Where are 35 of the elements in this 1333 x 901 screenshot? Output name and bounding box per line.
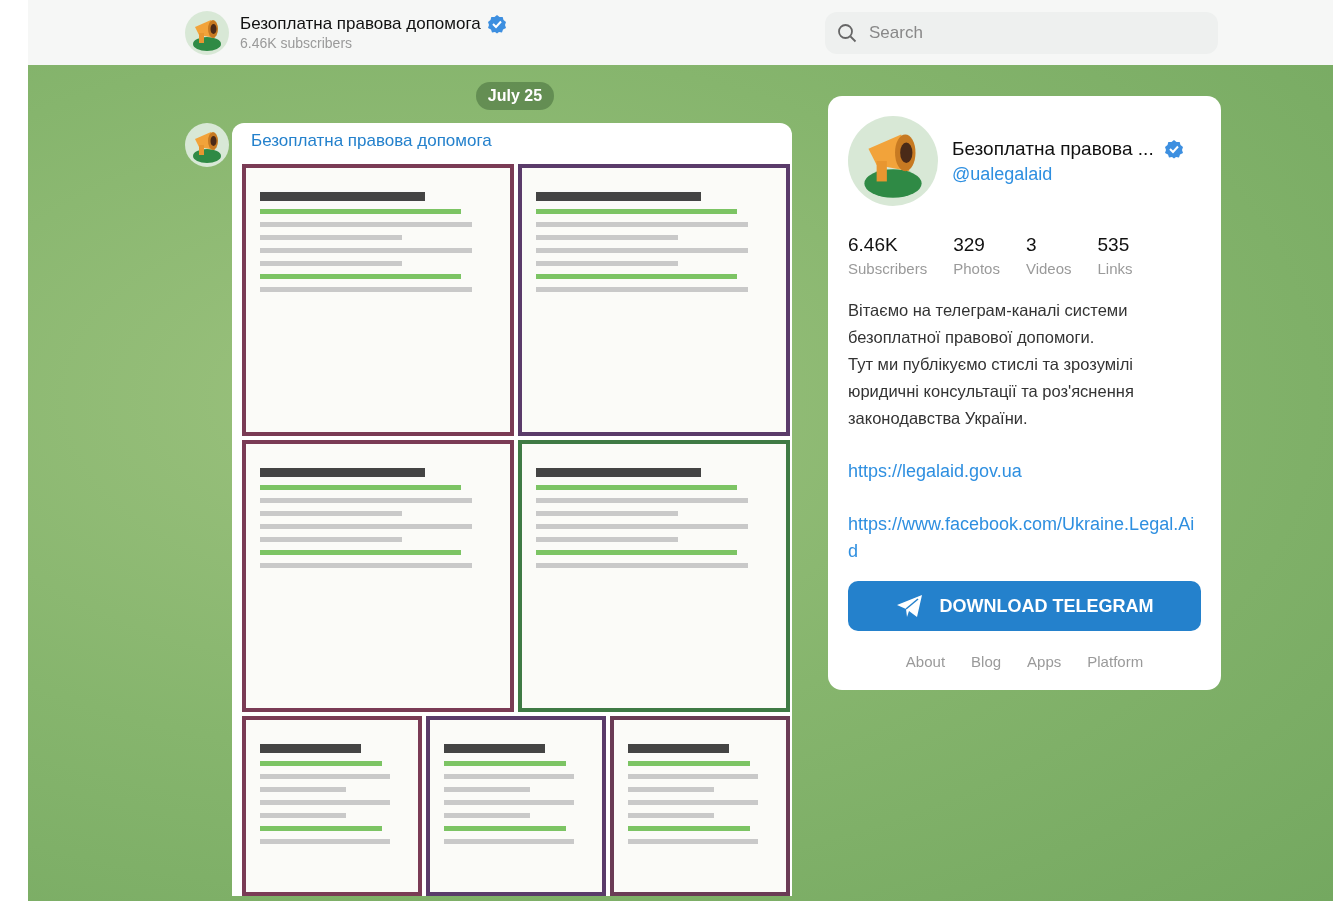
paper-plane-icon bbox=[895, 594, 924, 618]
photo-placeholder[interactable] bbox=[426, 716, 606, 896]
photo-placeholder[interactable] bbox=[610, 716, 790, 896]
footer-link[interactable]: Apps bbox=[1027, 653, 1062, 670]
channel-name: Безоплатна правова допомога bbox=[240, 14, 481, 34]
photo-placeholder[interactable] bbox=[242, 716, 422, 896]
channel-avatar bbox=[185, 10, 229, 55]
stat-value: 3 bbox=[1025, 234, 1038, 256]
channel-name: Безоплатна правова ... bbox=[952, 137, 1154, 160]
stat-label: Photos bbox=[953, 260, 1000, 277]
stat-label: Videos bbox=[1025, 260, 1072, 277]
channel-link[interactable]: https://legalaid.gov.ua bbox=[848, 458, 1201, 485]
photo-placeholder[interactable] bbox=[518, 440, 790, 712]
search-icon bbox=[837, 22, 857, 43]
photo-placeholder[interactable] bbox=[518, 164, 790, 436]
post-avatar bbox=[185, 123, 229, 167]
search-field[interactable]: Search bbox=[825, 11, 1218, 54]
footer-link[interactable]: Blog bbox=[971, 653, 1002, 670]
channel-link[interactable]: https://www.facebook.com/Ukraine.Legal.Aid bbox=[848, 511, 1201, 565]
footer-link[interactable]: About bbox=[905, 653, 946, 670]
photo-placeholder[interactable] bbox=[242, 440, 514, 712]
channel-description: Тут ми публікуємо стислі та зрозумілі юридичні консультації та роз'яснення законодавства України. bbox=[848, 354, 1135, 429]
channel-username[interactable]: @ualegalaid bbox=[952, 163, 1184, 185]
stat-label: Links bbox=[1097, 260, 1133, 277]
stat-label: Subscribers bbox=[848, 260, 928, 277]
stat-value: 329 bbox=[953, 234, 986, 256]
channel-description: Вітаємо на телеграм-каналі системи безоплатної правової допомоги. bbox=[848, 300, 1129, 348]
stat-value: 535 bbox=[1097, 234, 1131, 256]
subscriber-count: 6.46K subscribers bbox=[240, 35, 354, 51]
post-author[interactable]: Безоплатна правова допомога bbox=[234, 131, 790, 164]
date-badge: July 25 bbox=[475, 82, 555, 110]
download-button[interactable]: DOWNLOAD TELEGRAM bbox=[848, 581, 1201, 631]
stat-value: 6.46K bbox=[848, 234, 899, 256]
footer-link[interactable]: Platform bbox=[1087, 653, 1144, 670]
photo-placeholder[interactable] bbox=[242, 164, 514, 436]
